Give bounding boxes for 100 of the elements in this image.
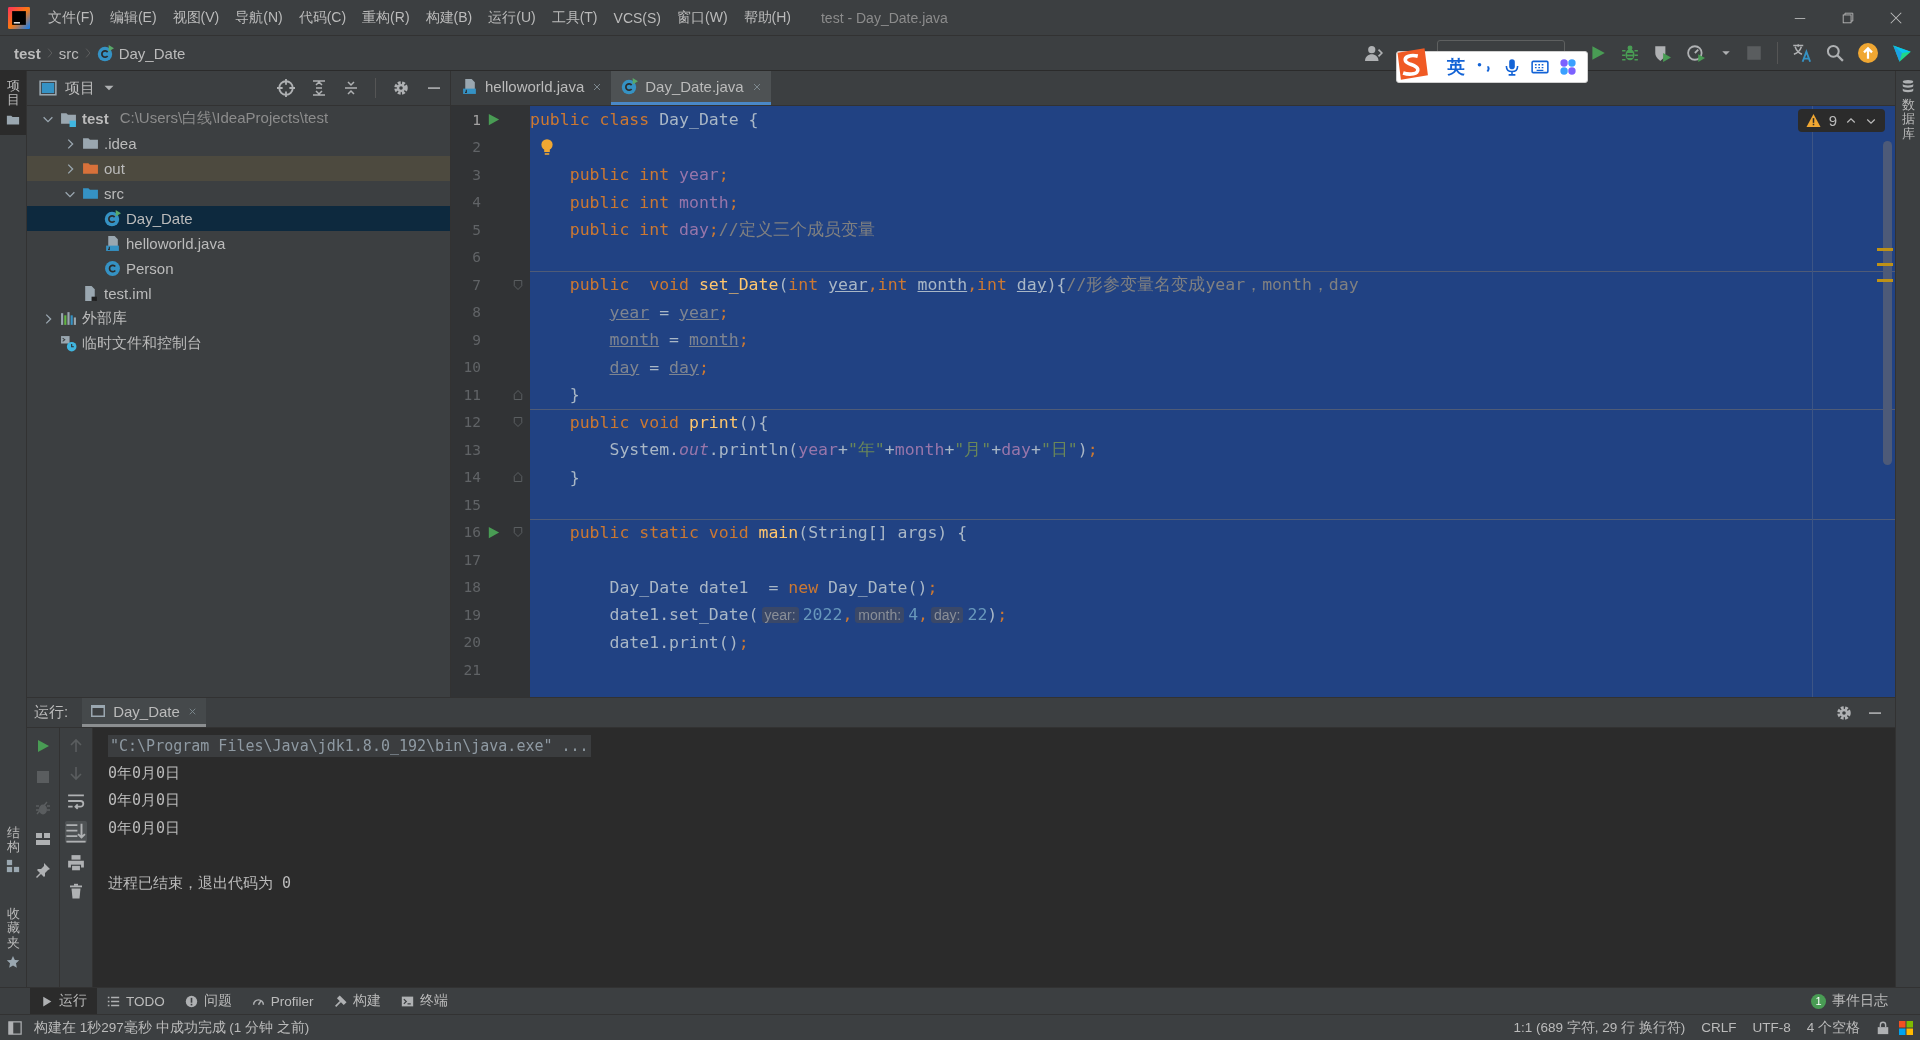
folder-icon — [82, 185, 99, 202]
star-icon — [6, 955, 20, 969]
lock-icon[interactable] — [1876, 1020, 1890, 1035]
editor-tab[interactable]: Day_Date.java — [611, 71, 771, 105]
tree-item[interactable]: .idea — [27, 131, 450, 156]
problems-icon — [184, 994, 198, 1008]
menu-item[interactable]: 编辑(E) — [101, 4, 165, 31]
status-message: 构建在 1秒297毫秒 中成功完成 (1 分钟 之前) — [34, 1018, 310, 1037]
print-icon[interactable] — [67, 854, 85, 872]
layout-icon[interactable] — [35, 831, 51, 847]
terminal-icon — [400, 994, 414, 1008]
debug-icon[interactable] — [1621, 44, 1639, 62]
tool-window-button[interactable]: 终端 — [390, 988, 458, 1014]
tree-item[interactable]: test.iml — [27, 281, 450, 306]
menu-item[interactable]: 窗口(W) — [669, 4, 736, 31]
menu-item[interactable]: 文件(F) — [40, 4, 102, 31]
tool-window-tab[interactable]: 数据库 — [1896, 71, 1920, 149]
scrollbar[interactable] — [1883, 141, 1892, 465]
code-line: public void print(){ — [569, 413, 769, 433]
tree-item[interactable]: src — [27, 181, 450, 206]
translate-icon[interactable] — [1792, 43, 1812, 63]
collapse-all-icon[interactable] — [343, 80, 359, 96]
status-item[interactable]: UTF-8 — [1744, 1020, 1799, 1035]
scroll-to-end-icon[interactable] — [65, 821, 87, 843]
tree-item[interactable]: Day_Date — [27, 206, 450, 231]
tool-window-tab[interactable]: 结构 — [0, 817, 26, 882]
class-icon — [96, 44, 114, 62]
expand-all-icon[interactable] — [311, 80, 327, 96]
folder-icon — [82, 160, 99, 177]
run-icon[interactable] — [1589, 44, 1607, 62]
editor-tab[interactable]: helloworld.java — [451, 71, 612, 105]
keyboard-icon[interactable] — [1531, 58, 1549, 76]
tool-window-button[interactable]: 问题 — [174, 988, 242, 1014]
tree-item[interactable]: 外部库 — [27, 306, 450, 331]
tree-item[interactable]: Person — [27, 256, 450, 281]
breadcrumb-item[interactable]: test — [10, 42, 45, 64]
run-tab[interactable]: Day_Date — [82, 698, 206, 727]
status-item[interactable]: 4 个空格 — [1798, 1018, 1868, 1037]
library-icon — [60, 310, 77, 327]
todo-icon — [107, 994, 120, 1008]
coverage-icon[interactable] — [1653, 44, 1671, 62]
menu-item[interactable]: VCS(S) — [605, 5, 669, 30]
tool-window-button[interactable]: Profiler — [241, 988, 324, 1014]
tool-window-tab[interactable]: 项目 — [0, 71, 26, 135]
menu-item[interactable]: 帮助(H) — [735, 4, 799, 31]
code-line: public static void main(String[] args) { — [569, 523, 968, 543]
tool-window-tab[interactable]: 收藏夹 — [0, 899, 26, 977]
user-icon[interactable] — [1365, 44, 1383, 62]
settings-icon[interactable] — [1835, 703, 1853, 722]
tree-item[interactable]: helloworld.java — [27, 231, 450, 256]
breadcrumb-item[interactable]: Day_Date — [92, 42, 190, 64]
app-logo-icon[interactable] — [8, 6, 30, 29]
tool-window-button[interactable]: TODO — [97, 988, 175, 1014]
tree-item[interactable]: test C:\Users\白线\IdeaProjects\test — [27, 106, 450, 131]
profiler-icon[interactable] — [1685, 44, 1707, 62]
layout-toggle-icon[interactable] — [8, 1020, 22, 1035]
menu-item[interactable]: 代码(C) — [290, 4, 355, 31]
class-icon — [621, 78, 639, 95]
class-icon — [104, 210, 121, 227]
pin-icon[interactable] — [35, 862, 51, 878]
folder-icon — [82, 135, 99, 152]
crosshair-icon[interactable] — [277, 79, 295, 97]
warning-icon — [1805, 113, 1821, 128]
settings-icon[interactable] — [392, 79, 410, 97]
event-log-button[interactable]: 1 事件日志 — [1801, 988, 1898, 1014]
menu-item[interactable]: 运行(U) — [480, 4, 544, 31]
line-number: 1 — [471, 111, 481, 128]
view-selector[interactable]: 项目 — [39, 78, 115, 98]
status-app-icon[interactable] — [1898, 1019, 1914, 1036]
menu-item[interactable]: 工具(T) — [543, 4, 606, 31]
code-line: month = month; — [609, 330, 749, 350]
java-file-icon — [104, 235, 121, 252]
menu-item[interactable]: 重构(R) — [354, 4, 418, 31]
tool-window-button[interactable]: 运行 — [30, 988, 97, 1014]
warnings-indicator[interactable]: 9 — [1797, 109, 1885, 132]
tree-item[interactable]: 临时文件和控制台 — [27, 331, 450, 356]
microphone-icon[interactable] — [1503, 58, 1521, 76]
update-icon[interactable] — [1858, 43, 1878, 63]
tool-window-button[interactable]: 构建 — [323, 988, 391, 1014]
run-icon[interactable] — [35, 738, 51, 754]
search-icon[interactable] — [1826, 44, 1844, 62]
panel-title: 运行: — [34, 703, 69, 722]
menu-item[interactable]: 构建(B) — [417, 4, 481, 31]
code-line: Day_Date date1 = new Day_Date(); — [609, 577, 938, 597]
menu-item[interactable]: 视图(V) — [164, 4, 228, 31]
arrow-down-icon — [68, 765, 84, 781]
soft-wrap-icon[interactable] — [67, 792, 85, 810]
lightbulb-icon[interactable] — [538, 138, 556, 157]
menu-item[interactable]: 导航(N) — [227, 4, 291, 31]
console-line: 进程已结束，退出代码为 0 — [108, 873, 292, 893]
status-item[interactable]: 1:1 (689 字符, 29 行 换行符) — [1505, 1018, 1694, 1037]
status-item[interactable]: CRLF — [1693, 1020, 1745, 1035]
code-line: } — [569, 385, 580, 405]
toolbox-logo-icon[interactable] — [1892, 43, 1912, 63]
breadcrumb-item[interactable]: src — [54, 42, 83, 64]
tree-item[interactable]: out — [27, 156, 450, 181]
apps-icon[interactable] — [1559, 58, 1577, 76]
code-line: public int day;//定义三个成员变量 — [569, 218, 875, 241]
input-mode-button[interactable]: 英 — [1447, 55, 1465, 79]
trash-icon[interactable] — [68, 883, 84, 899]
